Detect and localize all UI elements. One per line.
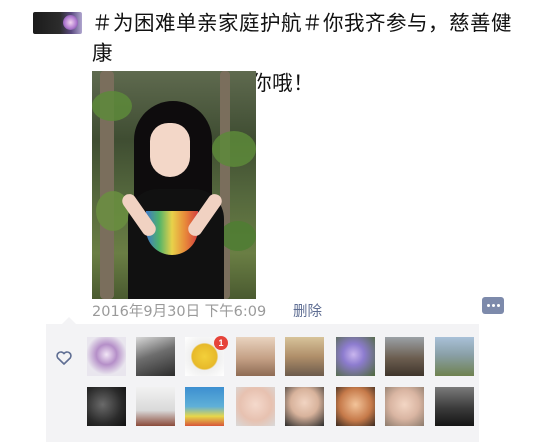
liker-avatar[interactable]: [285, 337, 324, 376]
comment-dot-icon: [492, 304, 495, 307]
liker-avatar[interactable]: [336, 337, 375, 376]
liker-avatar[interactable]: [236, 387, 275, 426]
liker-avatar[interactable]: [385, 387, 424, 426]
delete-link[interactable]: 删除: [293, 300, 322, 321]
user-avatar[interactable]: [33, 12, 82, 34]
photo-face: [150, 123, 190, 177]
liker-avatar[interactable]: [87, 337, 126, 376]
photo-leaf: [92, 91, 132, 121]
post-timestamp: 2016年9月30日 下午6:09: [92, 304, 267, 320]
liker-avatar[interactable]: [385, 337, 424, 376]
heart-icon: [56, 351, 72, 365]
liker-avatar[interactable]: [136, 337, 175, 376]
liker-avatar[interactable]: [236, 337, 275, 376]
photo-leaf: [220, 221, 256, 251]
comment-dot-icon: [497, 304, 500, 307]
liker-avatar[interactable]: [435, 337, 474, 376]
avatar-flower-image: [63, 15, 78, 30]
liker-avatar[interactable]: [87, 387, 126, 426]
post-photo[interactable]: [92, 71, 256, 299]
liker-avatar[interactable]: [136, 387, 175, 426]
liker-avatar[interactable]: [185, 387, 224, 426]
comment-dot-icon: [487, 304, 490, 307]
liker-avatar[interactable]: [435, 387, 474, 426]
liker-avatar[interactable]: [336, 387, 375, 426]
liker-avatar[interactable]: [285, 387, 324, 426]
comment-button[interactable]: [482, 297, 504, 314]
photo-leaf: [212, 131, 256, 167]
notification-badge: 1: [214, 336, 228, 350]
